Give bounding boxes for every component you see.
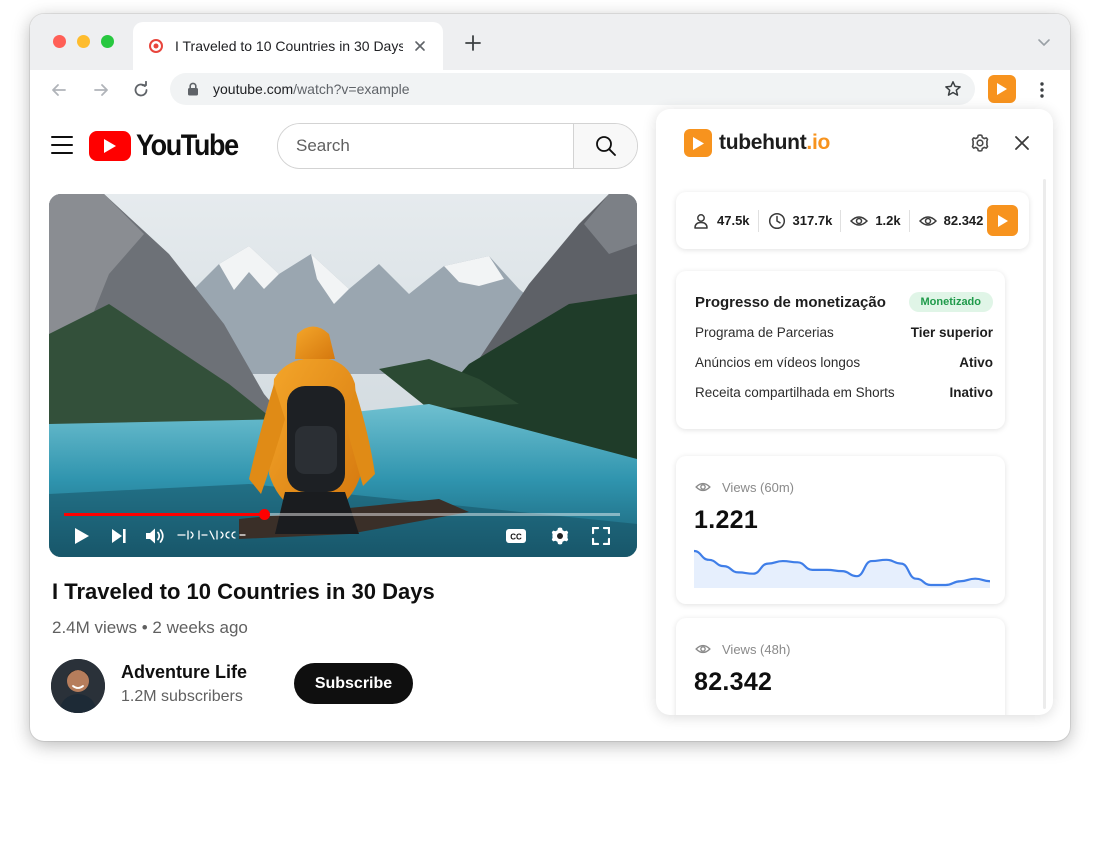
video-progress-bar[interactable] <box>64 509 620 520</box>
video-progress-fill <box>64 513 265 516</box>
reload-icon[interactable] <box>130 79 152 101</box>
stat-views-recent: 1.2k <box>849 211 901 231</box>
stat-value: 47.5k <box>717 213 750 228</box>
stat-watch-time: 317.7k <box>767 211 833 231</box>
tab-close-icon[interactable] <box>411 37 429 55</box>
youtube-play-logo-icon <box>89 130 131 161</box>
closed-captions-icon[interactable]: CC <box>504 524 528 548</box>
play-icon[interactable] <box>70 524 94 548</box>
eye-icon <box>694 478 712 496</box>
maximize-window-button[interactable] <box>101 35 114 48</box>
youtube-search-box <box>277 123 638 169</box>
tab-favicon-icon <box>147 37 165 55</box>
browser-window: I Traveled to 10 Countries in 30 Days yo… <box>30 14 1070 741</box>
views-60m-sparkline <box>694 549 990 588</box>
lock-icon[interactable] <box>185 81 201 97</box>
browser-tab-active[interactable]: I Traveled to 10 Countries in 30 Days <box>133 22 443 70</box>
stat-value: 1.2k <box>875 213 901 228</box>
close-window-button[interactable] <box>53 35 66 48</box>
svg-text:CC: CC <box>510 533 522 542</box>
settings-gear-icon[interactable] <box>548 524 572 548</box>
hamburger-menu-icon[interactable] <box>51 136 73 154</box>
back-arrow-icon[interactable] <box>48 79 70 101</box>
search-button[interactable] <box>573 124 637 168</box>
monetization-title: Progresso de monetização <box>695 293 886 311</box>
tubehunt-brand-text: tubehunt.io <box>719 131 830 155</box>
video-player[interactable]: CC <box>49 194 637 557</box>
tab-search-chevron-down-icon[interactable] <box>1036 34 1052 50</box>
monetization-row-label: Receita compartilhada em Shorts <box>695 385 895 400</box>
browser-toolbar: youtube.com/watch?v=example <box>30 70 1070 110</box>
time-display-icon <box>177 529 247 544</box>
address-bar[interactable]: youtube.com/watch?v=example <box>170 73 975 105</box>
youtube-logo[interactable]: YouTube <box>89 128 239 162</box>
tubehunt-logo: tubehunt.io <box>684 129 830 157</box>
views-48h-label: Views (48h) <box>722 641 791 657</box>
monetization-row: Anúncios em vídeos longos Ativo <box>695 355 993 373</box>
tubehunt-logo-play-icon <box>684 129 712 157</box>
stat-subscribers: 47.5k <box>691 211 750 231</box>
brand-tld: .io <box>806 131 831 154</box>
stat-views-total: 82.342 <box>918 211 984 231</box>
stat-value: 82.342 <box>943 213 984 228</box>
youtube-logo-text: YouTube <box>136 128 239 162</box>
bookmark-star-icon[interactable] <box>943 79 963 99</box>
stat-divider <box>757 209 759 232</box>
panel-close-icon[interactable] <box>1011 132 1033 154</box>
next-video-icon[interactable] <box>107 524 131 548</box>
url-text: youtube.com/watch?v=example <box>213 81 943 97</box>
monetization-row-label: Anúncios em vídeos longos <box>695 355 861 370</box>
sparkline-area <box>694 551 990 588</box>
search-input[interactable] <box>278 124 573 168</box>
subscribe-button[interactable]: Subscribe <box>294 663 413 704</box>
minimize-window-button[interactable] <box>77 35 90 48</box>
tab-title: I Traveled to 10 Countries in 30 Days <box>175 38 403 54</box>
monetization-row: Programa de Parcerias Tier superior <box>695 325 993 343</box>
tab-strip: I Traveled to 10 Countries in 30 Days <box>30 14 1070 70</box>
url-domain: youtube.com <box>213 81 294 97</box>
tubehunt-extension-play-icon[interactable] <box>988 75 1016 103</box>
views-60m-label: Views (60m) <box>722 479 795 495</box>
views-60m-card: Views (60m) 1.221 <box>676 456 1005 604</box>
channel-name[interactable]: Adventure Life <box>121 662 247 683</box>
stat-value: 317.7k <box>792 213 833 228</box>
stat-divider <box>840 209 842 232</box>
search-icon <box>595 136 616 156</box>
browser-menu-kebab-icon[interactable] <box>1033 79 1051 101</box>
video-views-and-date: 2.4M views • 2 weeks ago <box>52 618 248 637</box>
clock-icon <box>767 211 787 231</box>
monetization-row-value: Tier superior <box>910 325 993 340</box>
eye-icon <box>849 211 869 231</box>
monetization-card: Progresso de monetização Monetizado Prog… <box>676 271 1005 429</box>
panel-header: tubehunt.io <box>656 109 1053 179</box>
person-icon <box>691 211 711 231</box>
tubehunt-extension-panel: tubehunt.io 47.5k 317.7k 1.2k 82.342 Pro… <box>656 109 1053 715</box>
fullscreen-icon[interactable] <box>589 524 613 548</box>
monetization-row-value: Inativo <box>949 385 993 400</box>
channel-subscriber-count: 1.2M subscribers <box>121 688 243 705</box>
video-title: I Traveled to 10 Countries in 30 Days <box>52 579 435 604</box>
stat-divider <box>908 209 910 232</box>
video-thumbnail-scene <box>49 194 637 557</box>
channel-stats-card: 47.5k 317.7k 1.2k 82.342 <box>676 192 1029 249</box>
new-tab-plus-icon[interactable] <box>463 33 483 53</box>
views-48h-value: 82.342 <box>694 668 773 696</box>
monetization-row-label: Programa de Parcerias <box>695 325 834 340</box>
channel-avatar[interactable] <box>51 659 105 713</box>
volume-icon[interactable] <box>143 524 167 548</box>
eye-icon <box>918 211 938 231</box>
stats-play-icon[interactable] <box>987 205 1018 236</box>
panel-scrollbar[interactable] <box>1043 179 1046 709</box>
forward-arrow-icon[interactable] <box>90 79 112 101</box>
brand-name: tubehunt <box>719 131 807 154</box>
monetization-row: Receita compartilhada em Shorts Inativo <box>695 385 993 403</box>
panel-settings-gear-icon[interactable] <box>969 132 991 154</box>
eye-icon <box>694 640 712 658</box>
monetization-row-value: Ativo <box>959 355 993 370</box>
views-48h-card: Views (48h) 82.342 <box>676 618 1005 715</box>
monetization-status-badge: Monetizado <box>908 292 993 312</box>
url-path: /watch?v=example <box>293 81 410 97</box>
views-60m-value: 1.221 <box>694 506 759 534</box>
